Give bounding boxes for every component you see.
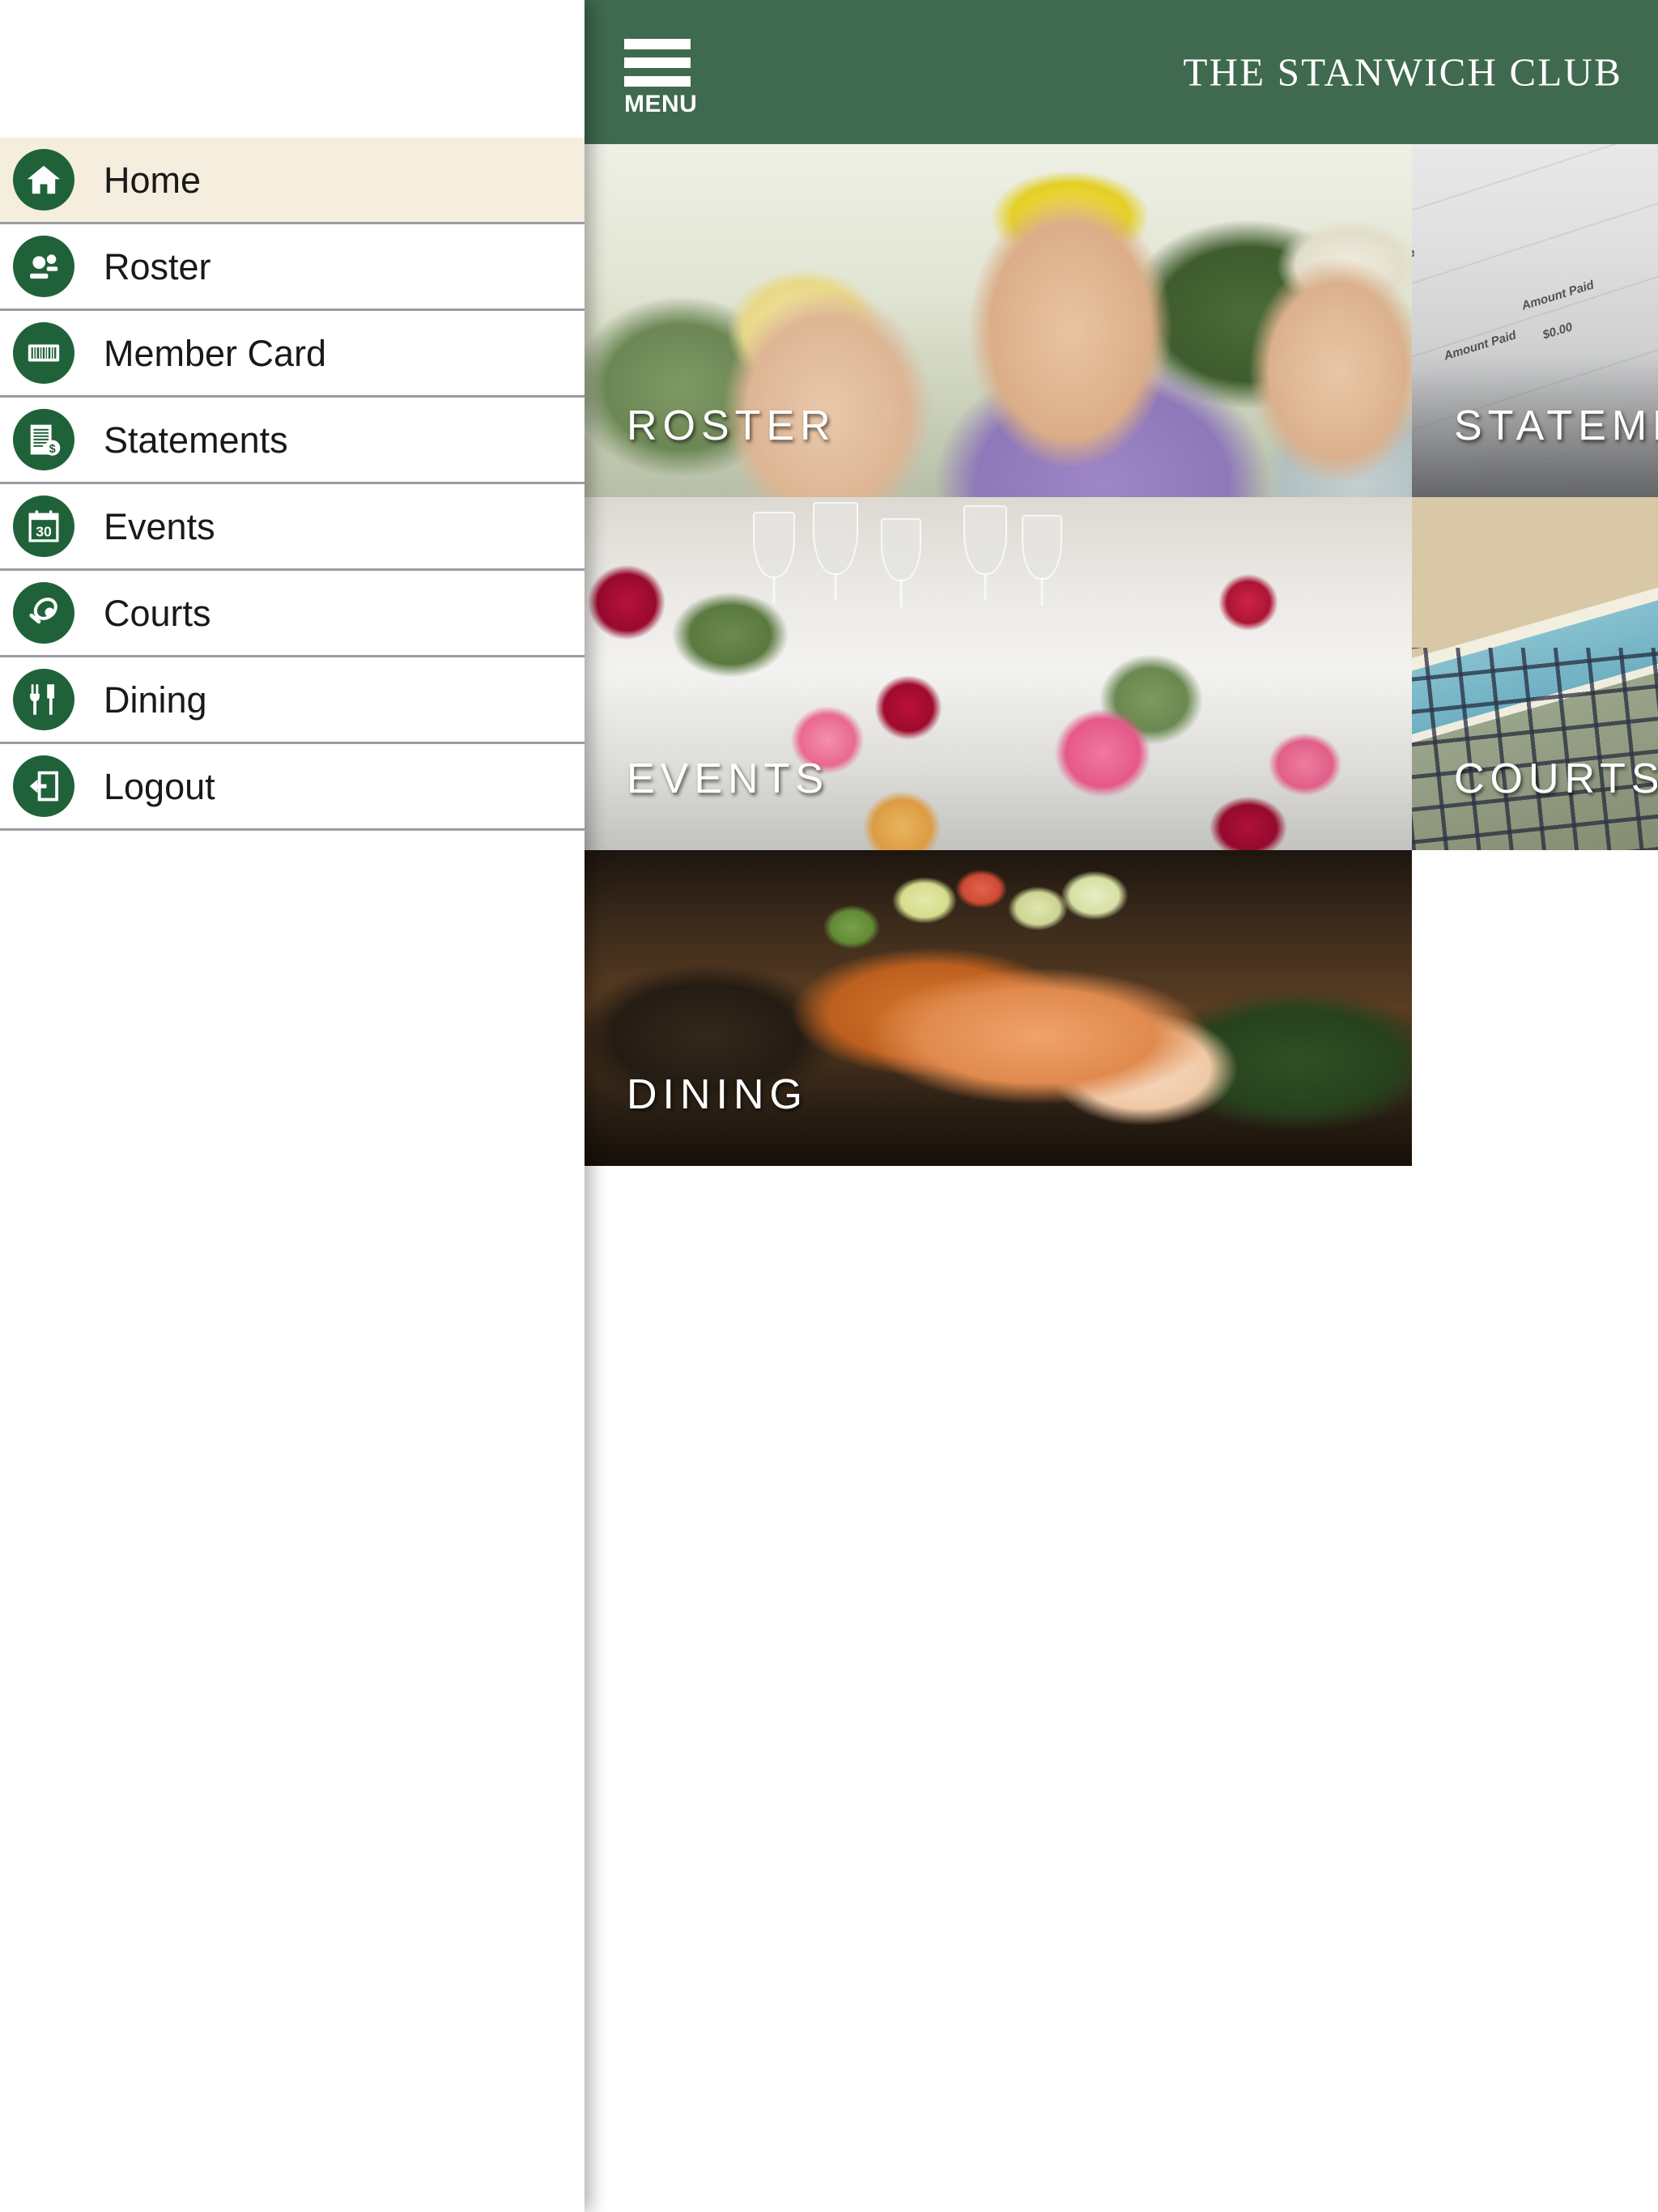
app-root: MENU THE STANWICH CLUB ROSTER Charge 0.0… — [0, 0, 1658, 2212]
tile-label-roster: ROSTER — [627, 402, 836, 449]
hamburger-bar-1 — [624, 39, 691, 49]
navigation-drawer: Home Roster Member Card $ Statements 30 … — [0, 0, 585, 2212]
hamburger-bar-3 — [624, 76, 691, 87]
sidebar-item-label: Courts — [104, 592, 211, 634]
hamburger-bar-2 — [624, 57, 691, 68]
racquet-icon — [13, 582, 74, 644]
sidebar-item-label: Roster — [104, 245, 211, 287]
svg-text:30: 30 — [36, 523, 52, 539]
sidebar-item-label: Home — [104, 159, 202, 201]
tile-row-2: EVENTS COURTS — [585, 497, 1658, 850]
sidebar-item-dining[interactable]: Dining — [0, 657, 585, 744]
barcode-icon — [13, 322, 74, 384]
page-title: THE STANWICH CLUB — [1183, 49, 1622, 95]
tile-grid: ROSTER Charge 0.00 Amount Paid $0.00 Amo… — [585, 144, 1658, 1166]
menu-label: MENU — [624, 91, 698, 117]
logout-icon — [13, 755, 74, 817]
hamburger-menu-icon[interactable]: MENU — [624, 39, 713, 117]
sidebar-item-events[interactable]: 30 Events — [0, 484, 585, 571]
sidebar-item-label: Statements — [104, 419, 288, 461]
cutlery-icon — [13, 669, 74, 730]
tile-events[interactable]: EVENTS — [585, 497, 1412, 850]
sidebar-item-label: Dining — [104, 678, 207, 721]
tile-dining[interactable]: DINING — [585, 850, 1412, 1166]
home-icon — [13, 149, 74, 211]
drawer-header-spacer — [0, 0, 585, 138]
tile-label-courts: COURTS — [1454, 755, 1658, 802]
sidebar-item-roster[interactable]: Roster — [0, 224, 585, 311]
tile-label-statements: STATEMENTS — [1454, 402, 1658, 449]
sidebar-item-member-card[interactable]: Member Card — [0, 311, 585, 398]
sidebar-item-logout[interactable]: Logout — [0, 744, 585, 831]
tile-roster[interactable]: ROSTER — [585, 144, 1412, 497]
sidebar-item-courts[interactable]: Courts — [0, 571, 585, 657]
tile-label-events: EVENTS — [627, 755, 830, 802]
sidebar-item-statements[interactable]: $ Statements — [0, 398, 585, 484]
svg-text:$: $ — [49, 443, 56, 456]
sidebar-item-home[interactable]: Home — [0, 138, 585, 224]
people-icon — [13, 236, 74, 297]
sidebar-item-label: Member Card — [104, 332, 327, 374]
app-header: MENU THE STANWICH CLUB — [585, 0, 1658, 144]
main-content: MENU THE STANWICH CLUB ROSTER Charge 0.0… — [585, 0, 1658, 2212]
tile-row-1: ROSTER Charge 0.00 Amount Paid $0.00 Amo… — [585, 144, 1658, 497]
sidebar-item-label: Events — [104, 505, 215, 547]
tile-row-3: DINING — [585, 850, 1658, 1166]
invoice-icon: $ — [13, 409, 74, 470]
tile-label-dining: DINING — [627, 1071, 808, 1118]
tile-statements[interactable]: Charge 0.00 Amount Paid $0.00 Amount Pai… — [1412, 144, 1658, 497]
tile-courts[interactable]: COURTS — [1412, 497, 1658, 850]
sidebar-item-label: Logout — [104, 765, 215, 807]
calendar-icon: 30 — [13, 496, 74, 557]
